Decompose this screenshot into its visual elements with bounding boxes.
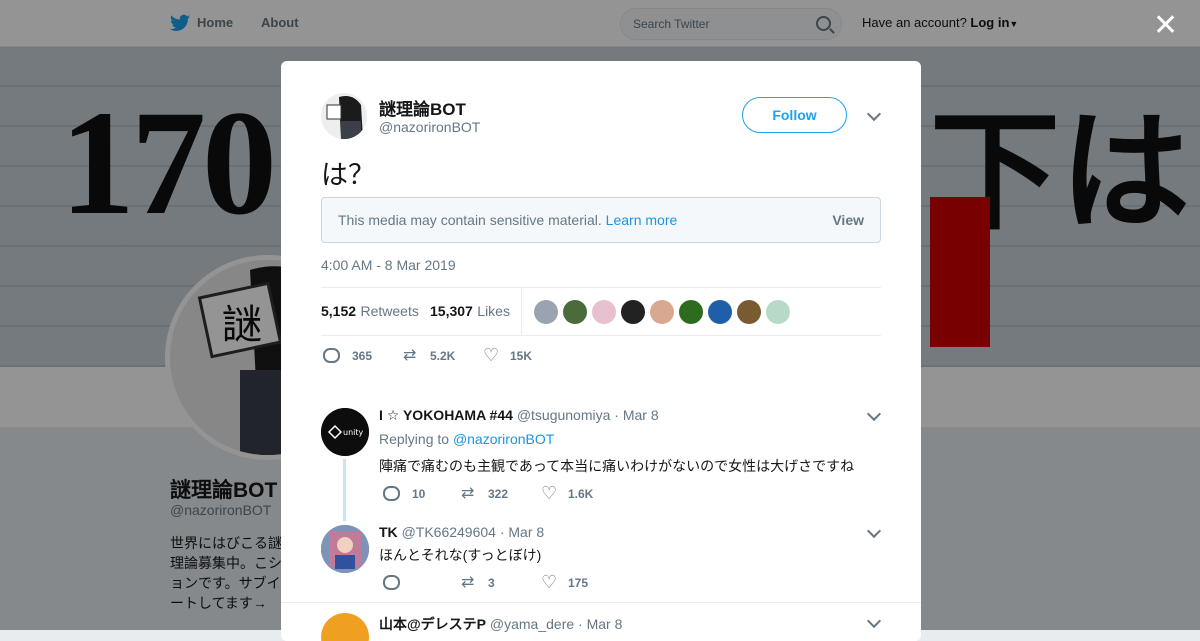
reply-icon xyxy=(383,575,400,590)
tweet-timestamp[interactable]: 4:00 AM - 8 Mar 2019 xyxy=(321,257,456,273)
sensitive-message-text: This media may contain sensitive materia… xyxy=(338,212,602,228)
liker-avatar[interactable] xyxy=(592,300,616,324)
reply-text: 陣痛で痛むのも主観であって本当に痛いわけがないので女性は大げさですね xyxy=(379,458,855,474)
reply-header: TK @TK66249604 · Mar 8 xyxy=(379,524,544,540)
liker-avatar[interactable] xyxy=(534,300,558,324)
reply-avatar[interactable]: unity xyxy=(321,408,369,456)
chevron-down-icon[interactable] xyxy=(866,523,882,539)
heart-icon: ♡ xyxy=(541,483,558,503)
follow-button[interactable]: Follow xyxy=(742,97,847,133)
retweet-icon: ⇄ xyxy=(461,485,475,502)
reply-avatar[interactable] xyxy=(321,525,369,573)
liker-avatar[interactable] xyxy=(708,300,732,324)
learn-more-link[interactable]: Learn more xyxy=(606,212,678,228)
reply-actions: 10 ⇄ 322 ♡ 1.6K xyxy=(383,483,683,504)
tweet-modal: 謎理論BOT @nazoriron​BOT Follow は？ This med… xyxy=(281,61,921,641)
chevron-down-icon[interactable] xyxy=(866,613,882,629)
retweet-count: 5.2K xyxy=(430,349,456,363)
reply-header: 山本@デレステP @yama_dere · Mar 8 xyxy=(379,614,622,634)
reply-count: 10 xyxy=(412,487,426,501)
unity-logo-avatar: unity xyxy=(321,408,369,456)
author-avatar-image xyxy=(321,93,367,139)
liker-avatar[interactable] xyxy=(650,300,674,324)
replying-to: Replying to @nazoriron​BOT xyxy=(379,431,554,447)
reply-count: 365 xyxy=(352,349,373,363)
close-icon[interactable]: ✕ xyxy=(1153,8,1178,43)
like-count: 175 xyxy=(568,576,589,590)
reply-text: ほんとそれな(すっとぼけ) xyxy=(379,547,542,563)
replying-to-link[interactable]: @nazoriron​BOT xyxy=(453,431,554,447)
liker-avatar[interactable] xyxy=(766,300,790,324)
retweet-count: 322 xyxy=(488,487,509,501)
retweets-count: 5,152 xyxy=(321,303,357,319)
retweet-count: 3 xyxy=(488,576,495,590)
replying-prefix: Replying to xyxy=(379,431,450,447)
sensitive-message: This media may contain sensitive materia… xyxy=(338,212,677,228)
reply-date[interactable]: · Mar 8 xyxy=(614,407,658,423)
reply-avatar[interactable] xyxy=(321,613,369,641)
reply-icon xyxy=(323,348,340,363)
reply-actions: ⇄ 3 ♡ 175 xyxy=(383,572,683,593)
stats-divider xyxy=(521,288,522,335)
tweet-stats: 5,152 Retweets 15,307 Likes xyxy=(321,287,881,336)
likes-count: 15,307 xyxy=(430,303,473,319)
view-media-button[interactable]: View xyxy=(832,212,864,228)
liker-avatar[interactable] xyxy=(621,300,645,324)
chevron-down-icon[interactable] xyxy=(866,406,882,422)
tweet-actions: 365 ⇄ 5.2K ♡ 15K xyxy=(323,345,623,366)
like-count: 15K xyxy=(510,349,533,363)
heart-icon: ♡ xyxy=(483,345,500,365)
likes-stat[interactable]: 15,307 Likes xyxy=(430,303,510,321)
thread-connector xyxy=(343,459,346,521)
reply-author-name[interactable]: I ☆ YOKOHAMA #44 xyxy=(379,407,513,423)
author-name[interactable]: 謎理論BOT xyxy=(379,95,466,120)
retweet-icon: ⇄ xyxy=(403,347,417,364)
retweets-stat[interactable]: 5,152 Retweets xyxy=(321,303,419,321)
anime-character-avatar xyxy=(321,525,369,573)
sensitive-media-notice: This media may contain sensitive materia… xyxy=(321,197,881,243)
author-avatar[interactable] xyxy=(321,93,367,139)
liker-avatar[interactable] xyxy=(737,300,761,324)
chevron-down-icon[interactable] xyxy=(866,106,882,122)
reply-author-name[interactable]: TK xyxy=(379,524,398,540)
reply-header: I ☆ YOKOHAMA #44 @tsugunomiya · Mar 8 xyxy=(379,407,659,424)
svg-text:unity: unity xyxy=(343,428,364,437)
liker-avatar[interactable] xyxy=(679,300,703,324)
reply-icon xyxy=(383,486,400,501)
reply-divider xyxy=(281,602,921,603)
heart-icon: ♡ xyxy=(541,572,558,592)
retweets-label: Retweets xyxy=(360,303,419,319)
retweet-icon: ⇄ xyxy=(461,574,475,591)
liker-avatar[interactable] xyxy=(563,300,587,324)
reply-date[interactable]: · Mar 8 xyxy=(500,524,544,540)
reply-author-handle[interactable]: @TK66249604 xyxy=(402,524,496,540)
reply-author-handle[interactable]: @tsugunomiya xyxy=(517,407,611,423)
author-handle[interactable]: @nazoriron​BOT xyxy=(379,119,480,135)
tweet-text: は？ xyxy=(321,160,375,190)
likes-label: Likes xyxy=(477,303,510,319)
like-count: 1.6K xyxy=(568,487,594,501)
